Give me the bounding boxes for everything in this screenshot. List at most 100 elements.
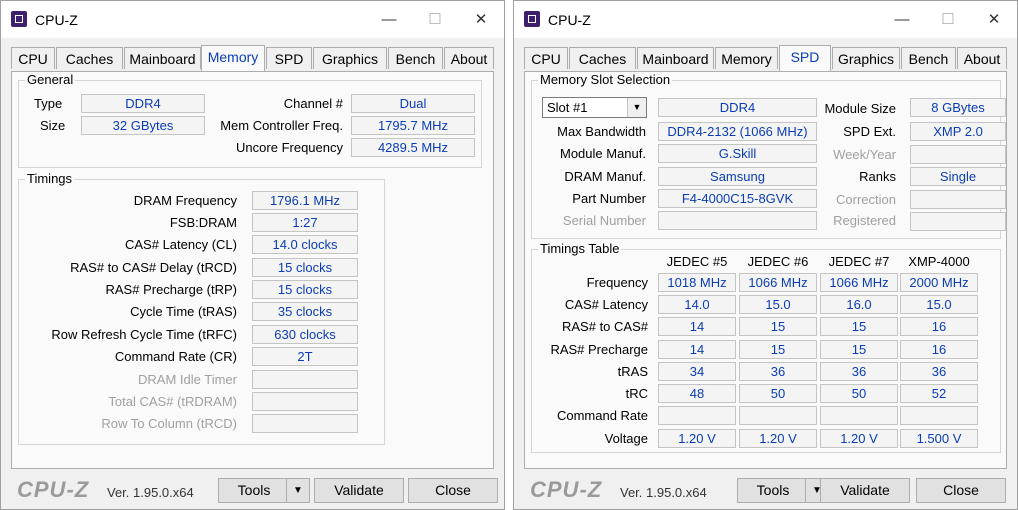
spd-ext-value: XMP 2.0 — [910, 122, 1006, 141]
timing-cell: 52 — [900, 384, 978, 403]
tab-bench[interactable]: Bench — [901, 47, 956, 69]
memctrl-value: 1795.7 MHz — [351, 116, 475, 135]
timing-label: Row Refresh Cycle Time (tRFC) — [51, 327, 237, 342]
tab-about[interactable]: About — [444, 47, 494, 69]
window-title: CPU-Z — [548, 12, 591, 28]
timing-value: 630 clocks — [252, 325, 358, 344]
timing-label: Cycle Time (tRAS) — [130, 304, 237, 319]
timing-value: 15 clocks — [252, 280, 358, 299]
cpuz-app-icon — [11, 11, 27, 27]
close-window-button[interactable]: ✕ — [971, 1, 1017, 38]
size-value: 32 GBytes — [81, 116, 205, 135]
timing-cell — [820, 406, 898, 425]
timing-label: DRAM Frequency — [133, 193, 237, 208]
timing-label: RAS# to CAS# Delay (tRCD) — [70, 260, 237, 275]
timing-cell: 36 — [739, 362, 817, 381]
spd-ext-label: SPD Ext. — [843, 124, 896, 139]
cpuz-app-icon — [524, 11, 540, 27]
tab-bench[interactable]: Bench — [388, 47, 443, 69]
ranks-value: Single — [910, 167, 1006, 186]
maximize-button[interactable]: ☐ — [925, 1, 971, 38]
timings-group-title: Timings — [25, 171, 75, 187]
serial-number-value — [658, 211, 817, 230]
minimize-button[interactable]: — — [366, 1, 412, 38]
timings-table-title: Timings Table — [538, 241, 622, 257]
close-button[interactable]: Close — [408, 478, 498, 503]
chevron-down-icon[interactable]: ▼ — [627, 98, 646, 117]
timing-row-label: tRAS — [617, 364, 648, 379]
module-manuf-value: G.Skill — [658, 144, 817, 163]
validate-button[interactable]: Validate — [820, 478, 910, 503]
title-bar[interactable]: CPU-Z — ☐ ✕ — [514, 1, 1017, 38]
timing-cell: 1018 MHz — [658, 273, 736, 292]
validate-button[interactable]: Validate — [314, 478, 404, 503]
correction-value — [910, 190, 1006, 209]
uncore-value: 4289.5 MHz — [351, 138, 475, 157]
timing-cell: 50 — [820, 384, 898, 403]
tab-graphics[interactable]: Graphics — [832, 47, 900, 69]
timing-cell: 16 — [900, 340, 978, 359]
timing-cell: 36 — [900, 362, 978, 381]
title-bar[interactable]: CPU-Z — ☐ ✕ — [1, 1, 504, 38]
cpuz-memory-window: CPU-Z — ☐ ✕ CPU Caches Mainboard Memory … — [0, 0, 505, 510]
tab-memory[interactable]: Memory — [715, 47, 778, 69]
size-label: Size — [40, 118, 66, 133]
slot-group-title: Memory Slot Selection — [538, 72, 673, 88]
timing-row-label: CAS# Latency — [564, 297, 648, 312]
tab-spd[interactable]: SPD — [779, 45, 831, 71]
tab-caches[interactable]: Caches — [569, 47, 636, 69]
max-bandwidth-value: DDR4-2132 (1066 MHz) — [658, 122, 817, 141]
timing-cell — [900, 406, 978, 425]
max-bandwidth-label: Max Bandwidth — [557, 124, 646, 139]
timing-label: CAS# Latency (CL) — [125, 237, 237, 252]
tab-caches[interactable]: Caches — [56, 47, 123, 69]
week-year-value — [910, 145, 1006, 164]
type-value: DDR4 — [81, 94, 205, 113]
tab-spd[interactable]: SPD — [266, 47, 312, 69]
general-group: General Type DDR4 Size 32 GBytes Channel… — [18, 72, 482, 168]
correction-label: Correction — [836, 192, 896, 207]
tab-graphics[interactable]: Graphics — [313, 47, 387, 69]
window-title: CPU-Z — [35, 12, 78, 28]
tab-mainboard[interactable]: Mainboard — [637, 47, 714, 69]
timing-cell — [658, 406, 736, 425]
slot-select-value: Slot #1 — [547, 100, 588, 115]
tab-cpu[interactable]: CPU — [524, 47, 568, 69]
tab-memory[interactable]: Memory — [201, 45, 265, 71]
memory-type-value: DDR4 — [658, 98, 817, 117]
tab-cpu[interactable]: CPU — [11, 47, 55, 69]
channel-label: Channel # — [283, 96, 343, 111]
close-button[interactable]: Close — [916, 478, 1006, 503]
timing-label: Command Rate (CR) — [114, 349, 237, 364]
timings-table-group: Timings Table JEDEC #5 JEDEC #6 JEDEC #7… — [531, 241, 1001, 453]
timing-cell: 15 — [820, 317, 898, 336]
cpuz-spd-window: CPU-Z — ☐ ✕ CPU Caches Mainboard Memory … — [513, 0, 1018, 510]
close-window-button[interactable]: ✕ — [458, 1, 504, 38]
timing-cell: 1.20 V — [820, 429, 898, 448]
minimize-button[interactable]: — — [879, 1, 925, 38]
ranks-label: Ranks — [859, 169, 896, 184]
column-header: JEDEC #6 — [747, 254, 809, 269]
timing-cell: 16.0 — [820, 295, 898, 314]
timing-cell: 48 — [658, 384, 736, 403]
tab-mainboard[interactable]: Mainboard — [124, 47, 201, 69]
tab-about[interactable]: About — [957, 47, 1007, 69]
timing-cell: 34 — [658, 362, 736, 381]
timing-value — [252, 414, 358, 433]
timing-value: 1:27 — [252, 213, 358, 232]
module-manuf-label: Module Manuf. — [560, 146, 646, 161]
timing-value: 1796.1 MHz — [252, 191, 358, 210]
type-label: Type — [34, 96, 63, 111]
tools-label: Tools — [756, 482, 790, 498]
maximize-button[interactable]: ☐ — [412, 1, 458, 38]
slot-select[interactable]: Slot #1 ▼ — [542, 97, 647, 118]
timing-row-label: RAS# to CAS# — [562, 319, 648, 334]
timing-row-label: Frequency — [586, 275, 648, 290]
timing-value: 35 clocks — [252, 302, 358, 321]
timing-cell: 16 — [900, 317, 978, 336]
tools-button[interactable]: Tools ▼ — [218, 478, 310, 503]
tools-button[interactable]: Tools ▼ — [737, 478, 829, 503]
timing-value: 15 clocks — [252, 258, 358, 277]
timings-group: Timings DRAM Frequency 1796.1 MHz FSB:DR… — [18, 171, 385, 445]
dropdown-arrow-icon[interactable]: ▼ — [286, 479, 309, 502]
